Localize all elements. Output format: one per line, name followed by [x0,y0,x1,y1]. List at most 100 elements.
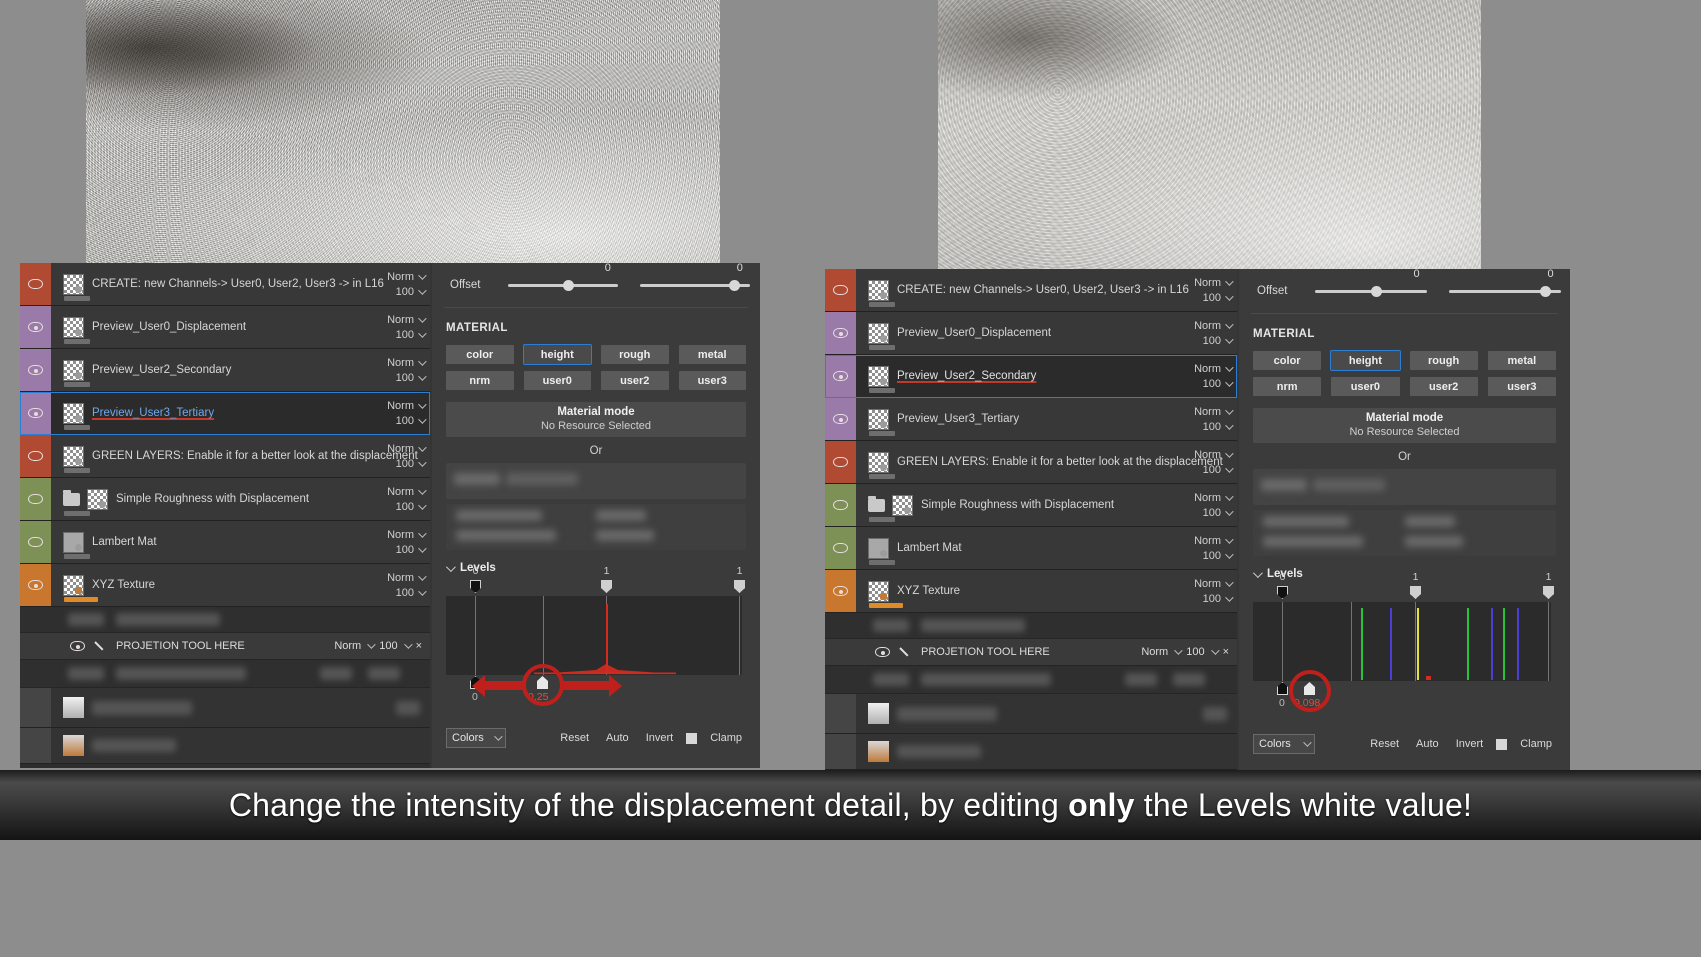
layer-row[interactable]: Preview_User2_SecondaryNorm100 [20,349,430,392]
resource-slot-right[interactable] [1253,469,1556,505]
layer-color-swatch[interactable] [20,306,51,348]
layer-color-swatch[interactable] [825,484,856,526]
projection-tool-row[interactable]: PROJETION TOOL HERENorm100× [20,633,430,660]
layer-color-swatch[interactable] [20,435,51,477]
levels-reset-button-right[interactable]: Reset [1366,737,1403,751]
levels-controls-left[interactable]: Colors Reset Auto Invert Clamp [446,728,746,748]
offset-slider-2[interactable]: 0 [640,272,750,298]
layer-color-swatch[interactable] [825,734,856,769]
eye-visible-icon[interactable] [28,365,43,375]
layers-list-left[interactable]: CREATE: new Channels-> User0, User2, Use… [20,263,430,768]
material-button-nrm[interactable]: nrm [1253,377,1321,396]
material-button-user3[interactable]: user3 [1488,377,1556,396]
levels-black-out-bottom[interactable]: 0 [1277,682,1288,695]
layer-row[interactable]: Preview_User2_SecondaryNorm100 [825,355,1237,398]
material-mode-box-left[interactable]: Material mode No Resource Selected [446,402,746,437]
layer-color-swatch[interactable] [20,478,51,520]
layer-row[interactable]: XYZ TextureNorm100 [20,564,430,607]
material-button-user3[interactable]: user3 [679,371,747,390]
layer-row[interactable]: GREEN LAYERS: Enable it for a better loo… [20,435,430,478]
layer-blend-controls[interactable]: Norm100 [1194,269,1231,311]
projection-tool-close[interactable]: × [1223,646,1229,658]
layer-blend-controls[interactable]: Norm100 [387,392,424,434]
projection-tool-blend[interactable]: Norm [334,640,361,652]
material-button-grid-left[interactable]: colorheightroughmetalnrmuser0user2user3 [446,345,746,390]
eye-visible-icon[interactable] [833,371,848,381]
layer-blend-controls[interactable]: Norm100 [387,306,424,348]
levels-invert-button-right[interactable]: Invert [1452,737,1488,751]
material-button-height[interactable]: height [524,345,592,364]
material-button-rough[interactable]: rough [601,345,669,364]
brush-icon[interactable] [94,640,107,653]
levels-gamma-top[interactable]: 1 [1410,586,1421,599]
layer-row-blurred[interactable] [825,734,1237,770]
layer-row-blurred[interactable] [20,728,430,764]
layer-blend-controls[interactable]: Norm100 [387,435,424,477]
offset-slider-2[interactable]: 0 [1449,278,1561,304]
material-button-user0[interactable]: user0 [1331,377,1399,396]
layer-blend-controls[interactable]: Norm100 [387,263,424,305]
resource-slot-left[interactable] [446,463,746,499]
material-mode-box-right[interactable]: Material mode No Resource Selected [1253,408,1556,443]
layer-color-swatch[interactable] [20,521,51,563]
layer-row[interactable]: Preview_User3_TertiaryNorm100 [20,392,430,435]
projection-tool-opacity[interactable]: 100 [1186,646,1204,658]
levels-invert-button-left[interactable]: Invert [642,731,678,745]
layer-color-swatch[interactable] [20,688,51,727]
levels-colors-dropdown-left[interactable]: Colors [446,728,506,748]
eye-hidden-icon[interactable] [833,500,848,510]
layer-blend-controls[interactable]: Norm100 [1194,312,1231,354]
layer-color-swatch[interactable] [20,392,51,434]
brush-icon[interactable] [899,646,912,659]
eye-visible-icon[interactable] [28,580,43,590]
layer-row[interactable]: CREATE: new Channels-> User0, User2, Use… [825,269,1237,312]
eye-hidden-icon[interactable] [28,494,43,504]
eye-visible-icon[interactable] [28,322,43,332]
layer-blend-controls[interactable]: Norm100 [387,564,424,606]
layer-row[interactable]: Preview_User3_TertiaryNorm100 [825,398,1237,441]
levels-white-point-top[interactable]: 1 [734,580,745,593]
levels-auto-button-left[interactable]: Auto [602,731,633,745]
eye-visible-icon[interactable] [833,328,848,338]
layer-row[interactable]: CREATE: new Channels-> User0, User2, Use… [20,263,430,306]
layer-blend-controls[interactable]: Norm100 [1194,355,1231,397]
levels-gamma-top[interactable]: 1 [601,580,612,593]
layer-color-swatch[interactable] [825,570,856,612]
layer-blend-controls[interactable]: Norm100 [1194,527,1231,569]
layer-row[interactable]: Simple Roughness with DisplacementNorm10… [825,484,1237,527]
layer-row[interactable]: XYZ TextureNorm100 [825,570,1237,613]
layer-row-blurred[interactable] [20,688,430,728]
levels-header-right[interactable]: Levels [1253,568,1556,580]
material-button-color[interactable]: color [446,345,514,364]
levels-black-point-top[interactable]: 0 [470,580,481,593]
projection-tool-blend[interactable]: Norm [1141,646,1168,658]
layer-color-swatch[interactable] [20,263,51,305]
layer-blend-controls[interactable]: Norm100 [387,349,424,391]
levels-black-point-top[interactable]: 0 [1277,586,1288,599]
projection-tool-opacity[interactable]: 100 [379,640,397,652]
layer-blend-controls[interactable]: Norm100 [1194,441,1231,483]
layer-row[interactable]: Lambert MatNorm100 [20,521,430,564]
levels-histogram-left[interactable] [446,596,742,675]
layer-row[interactable]: Lambert MatNorm100 [825,527,1237,570]
layer-color-swatch[interactable] [825,398,856,440]
eye-visible-icon[interactable] [875,647,890,657]
levels-widget-left[interactable]: 0 1 1 [446,596,746,706]
layer-row[interactable]: Preview_User0_DisplacementNorm100 [825,312,1237,355]
material-button-nrm[interactable]: nrm [446,371,514,390]
eye-visible-icon[interactable] [833,414,848,424]
eye-hidden-icon[interactable] [28,537,43,547]
material-button-color[interactable]: color [1253,351,1321,370]
layer-row-blurred[interactable] [825,694,1237,734]
layer-color-swatch[interactable] [20,349,51,391]
layer-color-swatch[interactable] [825,355,856,397]
eye-hidden-icon[interactable] [833,285,848,295]
material-button-metal[interactable]: metal [679,345,747,364]
material-button-metal[interactable]: metal [1488,351,1556,370]
levels-controls-right[interactable]: Colors Reset Auto Invert Clamp [1253,734,1556,754]
layer-color-swatch[interactable] [825,312,856,354]
offset-slider-1[interactable]: 0 [1315,278,1427,304]
levels-auto-button-right[interactable]: Auto [1412,737,1443,751]
levels-widget-right[interactable]: 0 1 1 [1253,602,1556,712]
layer-color-swatch[interactable] [20,728,51,763]
